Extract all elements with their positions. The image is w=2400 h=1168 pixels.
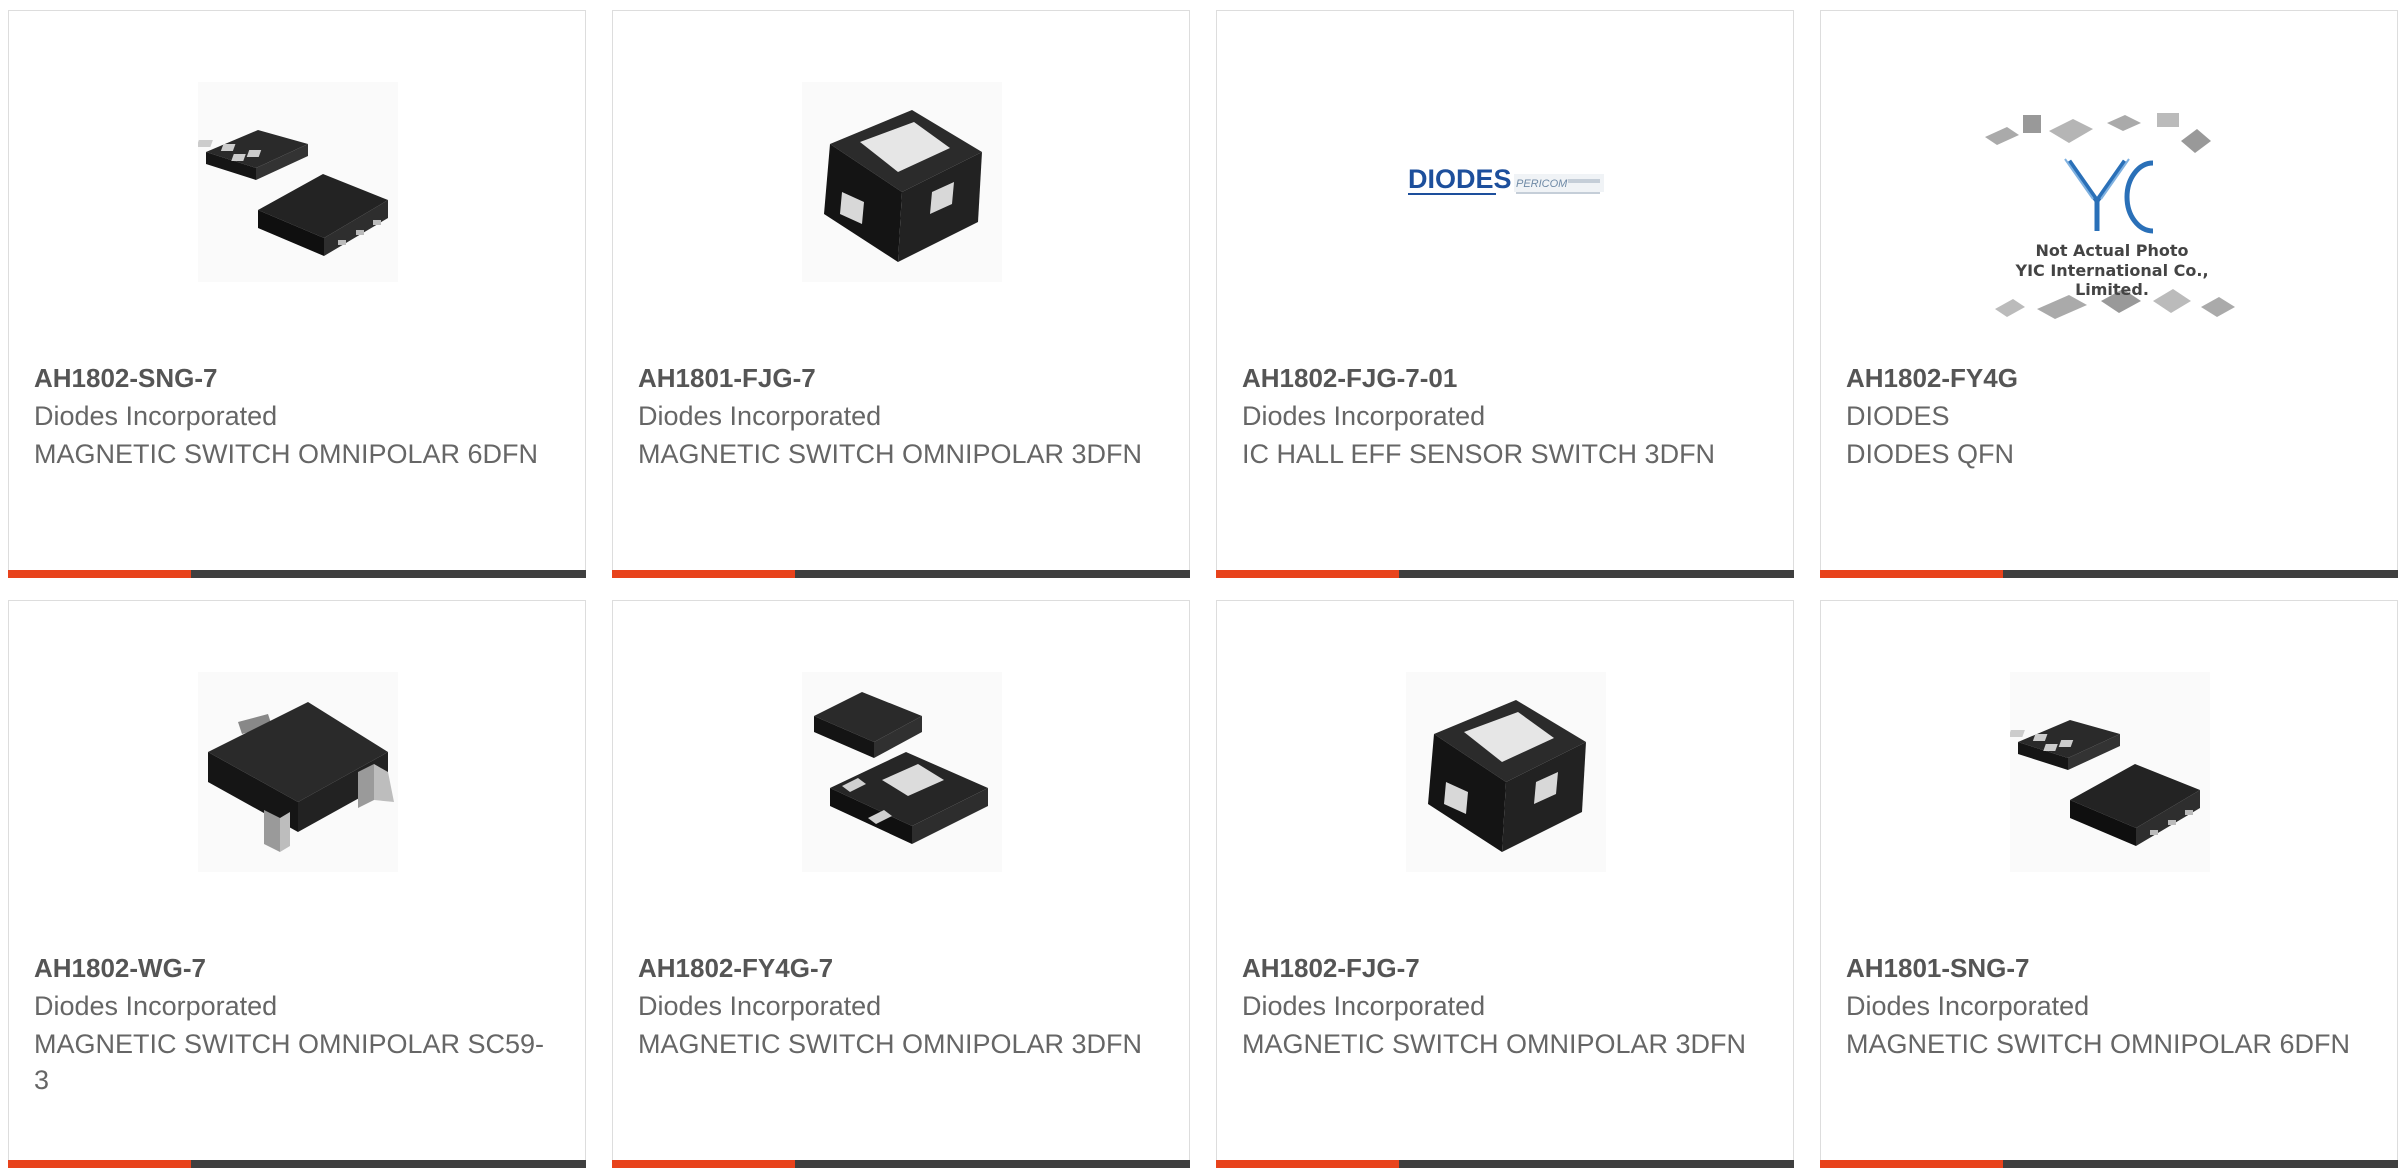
dfn3-chip-icon[interactable]	[1406, 672, 1606, 872]
dfn6-chip-icon[interactable]	[198, 82, 398, 282]
diodes-logo[interactable]: DIODES PERICOM	[1406, 82, 1606, 282]
manufacturer: Diodes Incorporated	[34, 991, 278, 1021]
description: IC HALL EFF SENSOR SWITCH 3DFN	[1242, 439, 1716, 469]
dfn6-chip-icon[interactable]	[2010, 672, 2210, 872]
product-card[interactable]: AH1802-WG-7 Diodes Incorporated MAGNETIC…	[8, 600, 586, 1168]
manufacturer: Diodes Incorporated	[638, 401, 882, 431]
card-accent-bar	[612, 570, 795, 578]
part-number[interactable]: AH1802-FY4G	[1846, 363, 2018, 394]
placeholder-line-1: Not Actual Photo	[2035, 241, 2189, 260]
product-card[interactable]: DIODES PERICOM AH1802-FJG-7-01 Diodes In…	[1216, 10, 1794, 578]
manufacturer: Diodes Incorporated	[1242, 401, 1486, 431]
part-number[interactable]: AH1802-WG-7	[34, 953, 206, 984]
description: MAGNETIC SWITCH OMNIPOLAR 6DFN	[34, 439, 539, 469]
part-number[interactable]: AH1802-FJG-7-01	[1242, 363, 1457, 394]
description: MAGNETIC SWITCH OMNIPOLAR 3DFN	[638, 1029, 1143, 1059]
manufacturer: Diodes Incorporated	[1846, 991, 2090, 1021]
part-number[interactable]: AH1802-SNG-7	[34, 363, 218, 394]
card-bottom-bar	[1820, 570, 2398, 578]
description: MAGNETIC SWITCH OMNIPOLAR 3DFN	[638, 439, 1143, 469]
placeholder-line-2: YIC International Co., Limited.	[2015, 261, 2209, 299]
dfn3-pair-chip-icon[interactable]	[802, 672, 1002, 872]
part-number[interactable]: AH1801-FJG-7	[638, 363, 816, 394]
card-bottom-bar	[1216, 570, 1794, 578]
product-card[interactable]: Not Actual Photo YIC International Co., …	[1820, 10, 2398, 578]
svg-text:DIODES: DIODES	[1408, 164, 1512, 194]
description: MAGNETIC SWITCH OMNIPOLAR 6DFN	[1846, 1029, 2351, 1059]
sc59-chip-icon[interactable]	[198, 672, 398, 872]
description: DIODES QFN	[1846, 439, 2015, 469]
not-actual-photo[interactable]: Not Actual Photo YIC International Co., …	[1977, 101, 2247, 341]
product-card[interactable]: AH1801-FJG-7 Diodes Incorporated MAGNETI…	[612, 10, 1190, 578]
product-card[interactable]: AH1802-FY4G-7 Diodes Incorporated MAGNET…	[612, 600, 1190, 1168]
description: MAGNETIC SWITCH OMNIPOLAR SC59-3	[34, 1029, 545, 1095]
part-number[interactable]: AH1801-SNG-7	[1846, 953, 2030, 984]
product-card[interactable]: AH1801-SNG-7 Diodes Incorporated MAGNETI…	[1820, 600, 2398, 1168]
card-accent-bar	[1820, 570, 2003, 578]
description: MAGNETIC SWITCH OMNIPOLAR 3DFN	[1242, 1029, 1747, 1059]
dfn3-chip-icon[interactable]	[802, 82, 1002, 282]
part-number[interactable]: AH1802-FJG-7	[1242, 953, 1420, 984]
manufacturer: Diodes Incorporated	[1242, 991, 1486, 1021]
card-accent-bar	[1216, 570, 1399, 578]
card-accent-bar	[8, 570, 191, 578]
card-bottom-bar	[8, 570, 586, 578]
product-card[interactable]: AH1802-SNG-7 Diodes Incorporated MAGNETI…	[8, 10, 586, 578]
manufacturer: DIODES	[1846, 401, 1950, 431]
manufacturer: Diodes Incorporated	[638, 991, 882, 1021]
part-number[interactable]: AH1802-FY4G-7	[638, 953, 833, 984]
product-card[interactable]: AH1802-FJG-7 Diodes Incorporated MAGNETI…	[1216, 600, 1794, 1168]
card-bottom-bar	[612, 570, 1190, 578]
manufacturer: Diodes Incorporated	[34, 401, 278, 431]
product-grid: AH1802-SNG-7 Diodes Incorporated MAGNETI…	[0, 0, 2400, 1168]
svg-text:PERICOM: PERICOM	[1516, 178, 1568, 190]
